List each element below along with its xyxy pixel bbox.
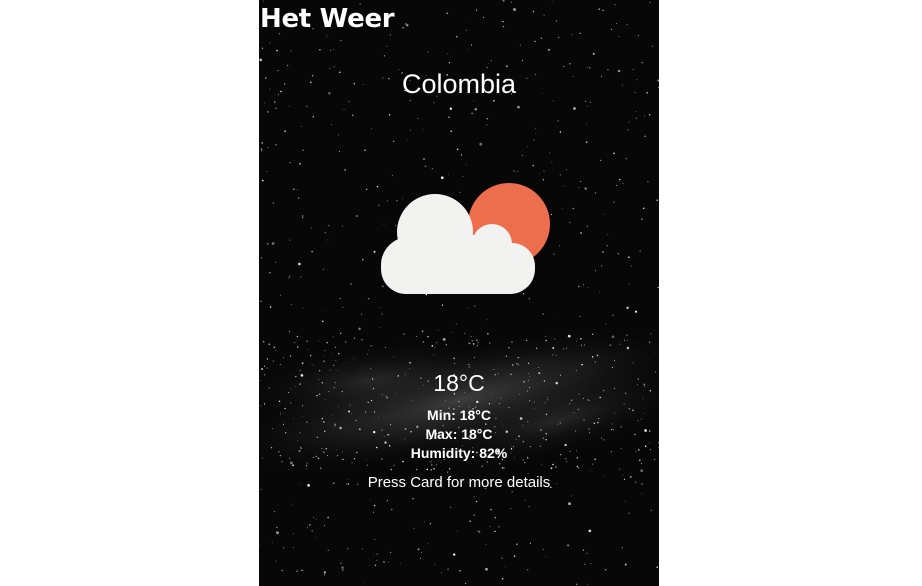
weather-app: Het Weer Colombia 18°C Min: 18°C Max: 18… — [259, 0, 659, 586]
partly-cloudy-day-icon — [381, 183, 550, 294]
min-temperature: Min: 18°C — [427, 407, 491, 423]
humidity: Humidity: 82% — [410, 445, 508, 461]
max-temperature: Max: 18°C — [425, 426, 493, 442]
weather-card[interactable]: Colombia 18°C Min: 18°C Max: 18°C Humidi… — [259, 0, 659, 586]
temperature: 18°C — [433, 370, 485, 396]
details-hint: Press Card for more details — [367, 474, 551, 491]
city-name: Colombia — [401, 69, 517, 99]
